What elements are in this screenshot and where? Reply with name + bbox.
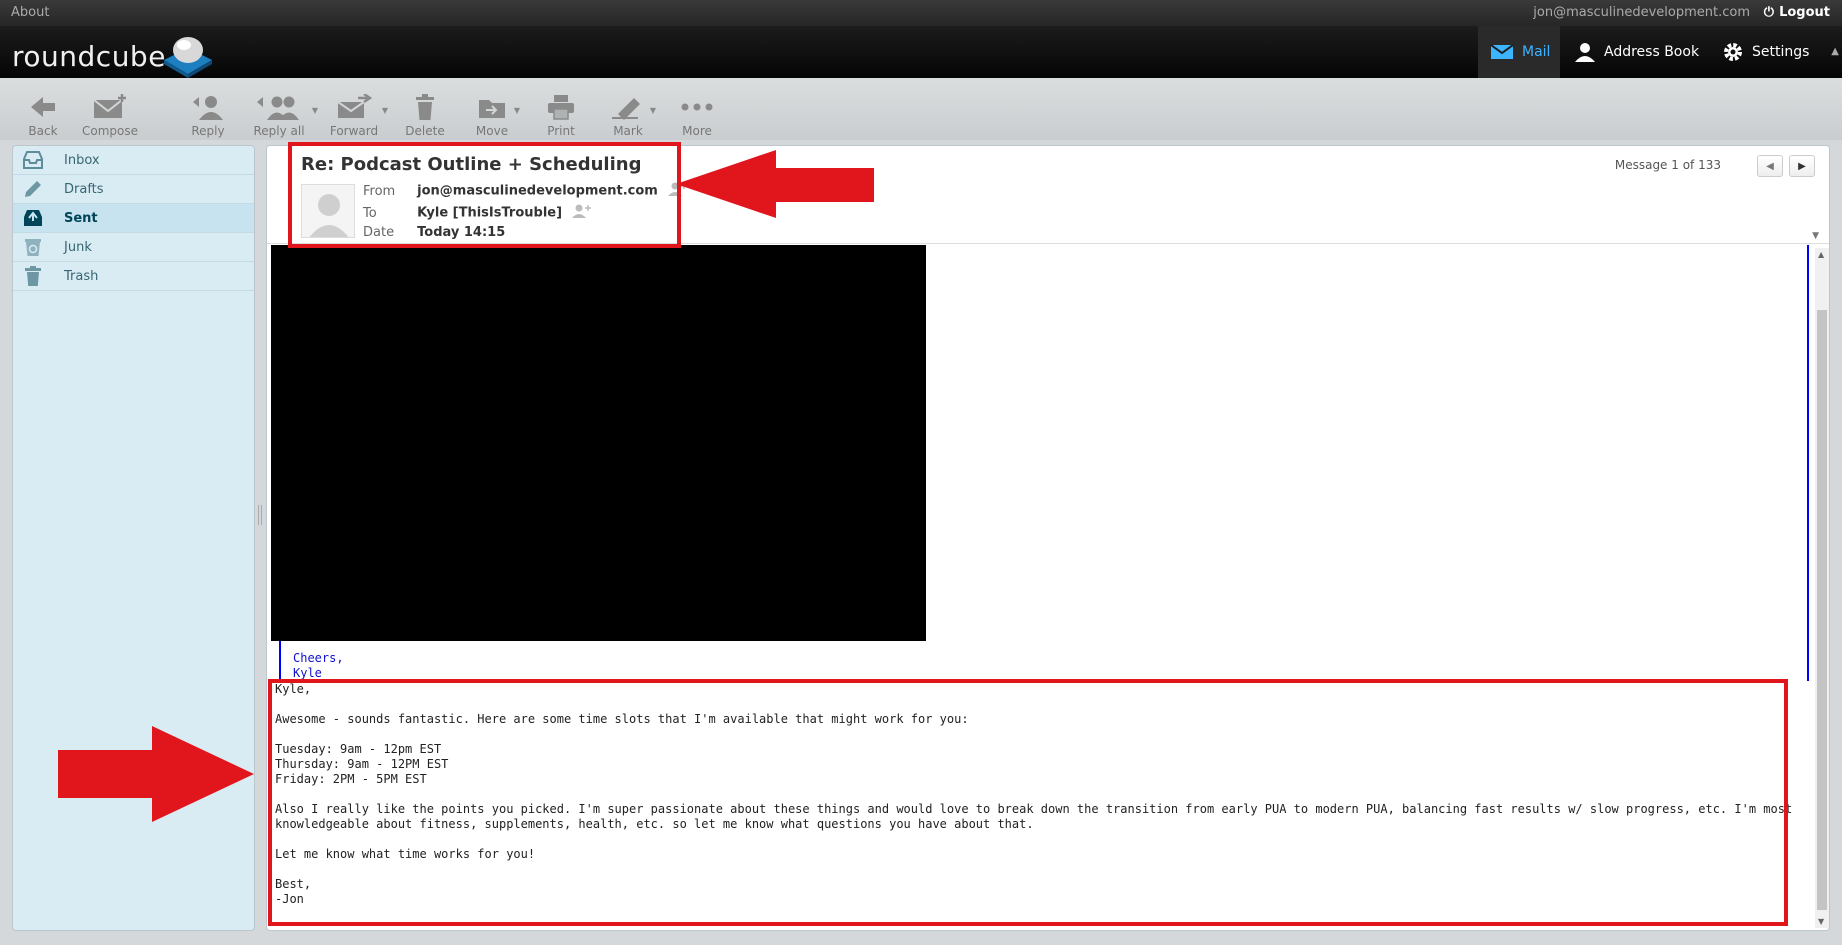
folder-trash[interactable]: Trash (13, 262, 254, 291)
reply-all-button[interactable]: Reply all ▼ (248, 92, 318, 138)
app-header: roundcube Mail Address Book Settings ▲ (0, 26, 1842, 78)
scrollbar[interactable]: ▲ ▼ (1815, 248, 1829, 928)
forward-dropdown-icon[interactable]: ▼ (382, 106, 388, 115)
logo-text: roundcube (12, 40, 166, 73)
nav-settings-label: Settings (1752, 44, 1810, 60)
message-counter: Message 1 of 133 (1614, 158, 1721, 172)
compose-icon (80, 92, 140, 122)
toolbar: Back Compose Reply Reply all ▼ Forward ▼… (0, 78, 1842, 140)
folder-sent-label: Sent (64, 210, 98, 226)
logout-button[interactable]: ⏻ Logout (1764, 5, 1830, 20)
forward-label: Forward (329, 124, 379, 138)
annotation-arrow-left-icon (676, 150, 874, 218)
inbox-icon (22, 150, 44, 170)
back-arrow-icon (24, 92, 62, 122)
mark-button[interactable]: Mark ▼ (608, 92, 656, 138)
reply-all-label: Reply all (253, 124, 305, 138)
trash-icon (404, 92, 446, 122)
move-dropdown-icon[interactable]: ▼ (514, 106, 520, 115)
folder-junk-label: Junk (64, 239, 92, 255)
triangle-right-icon: ▶ (1798, 160, 1806, 172)
person-icon (1574, 42, 1596, 62)
nav-mail-label: Mail (1522, 44, 1551, 60)
folder-sent[interactable]: Sent (13, 204, 254, 233)
delete-button[interactable]: Delete (404, 92, 446, 138)
about-link[interactable]: About (11, 5, 49, 20)
redacted-content (271, 245, 926, 641)
scrollbar-thumb[interactable] (1817, 310, 1827, 910)
folder-inbox[interactable]: Inbox (13, 146, 254, 175)
gear-icon (1722, 41, 1744, 63)
top-bar: About jon@masculinedevelopment.com ⏻ Logo… (0, 0, 1842, 26)
previous-message-button[interactable]: ◀ (1757, 155, 1783, 177)
mark-dropdown-icon[interactable]: ▼ (650, 106, 656, 115)
more-button[interactable]: More (678, 92, 716, 138)
nav-settings[interactable]: Settings (1722, 26, 1832, 78)
nav-address-book[interactable]: Address Book (1574, 26, 1710, 78)
move-button[interactable]: Move ▼ (472, 92, 520, 138)
user-email: jon@masculinedevelopment.com (1533, 5, 1750, 20)
compose-label: Compose (81, 124, 138, 138)
pencil-icon (22, 179, 44, 199)
reply-icon (186, 92, 230, 122)
back-button[interactable]: Back (24, 92, 62, 138)
printer-icon (542, 92, 580, 122)
folder-drafts-label: Drafts (64, 181, 104, 197)
delete-label: Delete (405, 124, 445, 138)
roundcube-logo-icon (164, 37, 212, 78)
more-dots-icon (678, 92, 716, 122)
scroll-down-icon[interactable]: ▼ (1818, 917, 1824, 926)
reply-all-dropdown-icon[interactable]: ▼ (312, 106, 318, 115)
folder-inbox-label: Inbox (64, 152, 100, 168)
reply-label: Reply (191, 124, 225, 138)
folder-drafts[interactable]: Drafts (13, 175, 254, 204)
trash-icon (22, 266, 44, 286)
mark-label: Mark (613, 124, 643, 138)
move-label: Move (475, 124, 509, 138)
toggle-headers-icon[interactable]: ▼ (1812, 231, 1819, 241)
annotation-arrow-right-icon (58, 726, 254, 822)
more-label: More (682, 124, 712, 138)
forward-icon (328, 92, 380, 122)
back-label: Back (28, 124, 58, 138)
highlighter-icon (608, 92, 648, 122)
triangle-left-icon: ◀ (1766, 160, 1774, 172)
nav-address-book-label: Address Book (1604, 44, 1700, 60)
compose-button[interactable]: Compose (80, 92, 140, 138)
print-label: Print (547, 124, 575, 138)
folder-trash-label: Trash (64, 268, 99, 284)
recycle-icon (22, 237, 44, 257)
folder-junk[interactable]: Junk (13, 233, 254, 262)
nav-mail[interactable]: Mail (1478, 26, 1560, 78)
reply-all-icon (248, 92, 310, 122)
print-button[interactable]: Print (542, 92, 580, 138)
envelope-icon (1490, 44, 1514, 60)
pane-splitter[interactable] (258, 505, 262, 525)
annotation-box-header (288, 142, 681, 248)
annotation-box-body (268, 679, 1788, 926)
move-folder-icon (472, 92, 512, 122)
app-logo[interactable]: roundcube (12, 32, 212, 78)
quoted-text: Cheers, Kyle (293, 651, 344, 680)
sent-icon (22, 208, 44, 228)
collapse-header-icon[interactable]: ▲ (1831, 46, 1839, 57)
logout-label: Logout (1779, 5, 1830, 20)
forward-button[interactable]: Forward ▼ (328, 92, 388, 138)
power-icon: ⏻ (1763, 5, 1775, 20)
scroll-up-icon[interactable]: ▲ (1818, 250, 1824, 259)
next-message-button[interactable]: ▶ (1789, 155, 1815, 177)
reply-button[interactable]: Reply (186, 92, 230, 138)
